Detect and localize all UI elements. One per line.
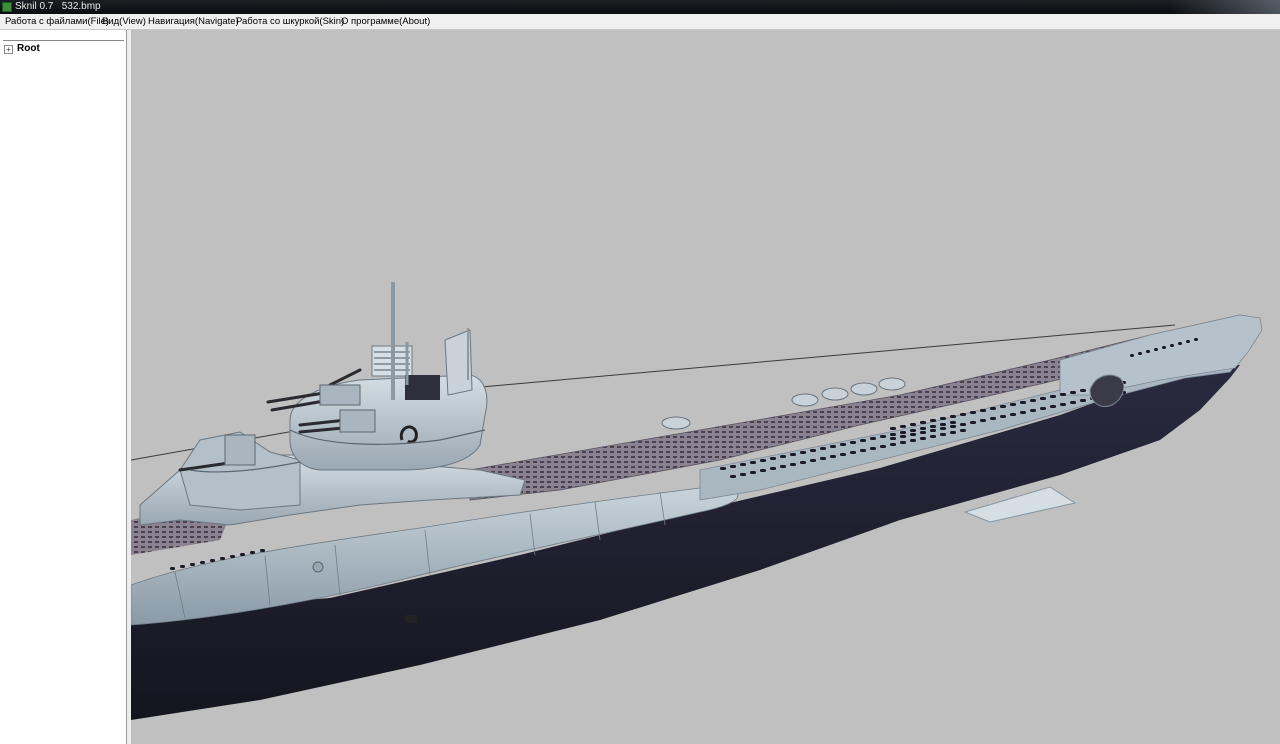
menu-skin[interactable]: Работа со шкуркой(Skin) — [235, 14, 345, 29]
gun-mount — [339, 409, 376, 433]
title-bar[interactable]: Sknil 0.7 532.bmp — [0, 0, 1280, 14]
app-icon — [2, 2, 12, 12]
tree-panel: + Root — [0, 30, 127, 744]
gun-mount — [319, 384, 361, 406]
tree-item-label: Root — [17, 43, 40, 54]
bridge-window — [405, 375, 440, 400]
hull-port — [312, 561, 324, 573]
3d-viewport[interactable] — [131, 30, 1280, 744]
expand-icon[interactable]: + — [4, 44, 13, 54]
menu-bar: Работа с файлами(File) Вид(View) Навигац… — [0, 14, 1280, 30]
menu-file[interactable]: Работа с файлами(File) — [4, 14, 110, 29]
hull-vent — [405, 615, 417, 623]
menu-view[interactable]: Вид(View) — [101, 14, 147, 29]
window-title: Sknil 0.7 532.bmp — [15, 1, 101, 12]
tree-item-root[interactable]: + Root — [4, 43, 40, 55]
menu-about[interactable]: О программе(About) — [340, 14, 431, 29]
submarine-model — [131, 282, 1263, 720]
menu-navigate[interactable]: Навигация(Navigate) — [147, 14, 240, 29]
tree-header-line — [3, 40, 124, 41]
title-bar-glow — [1170, 0, 1280, 14]
gun-mount — [224, 434, 256, 466]
